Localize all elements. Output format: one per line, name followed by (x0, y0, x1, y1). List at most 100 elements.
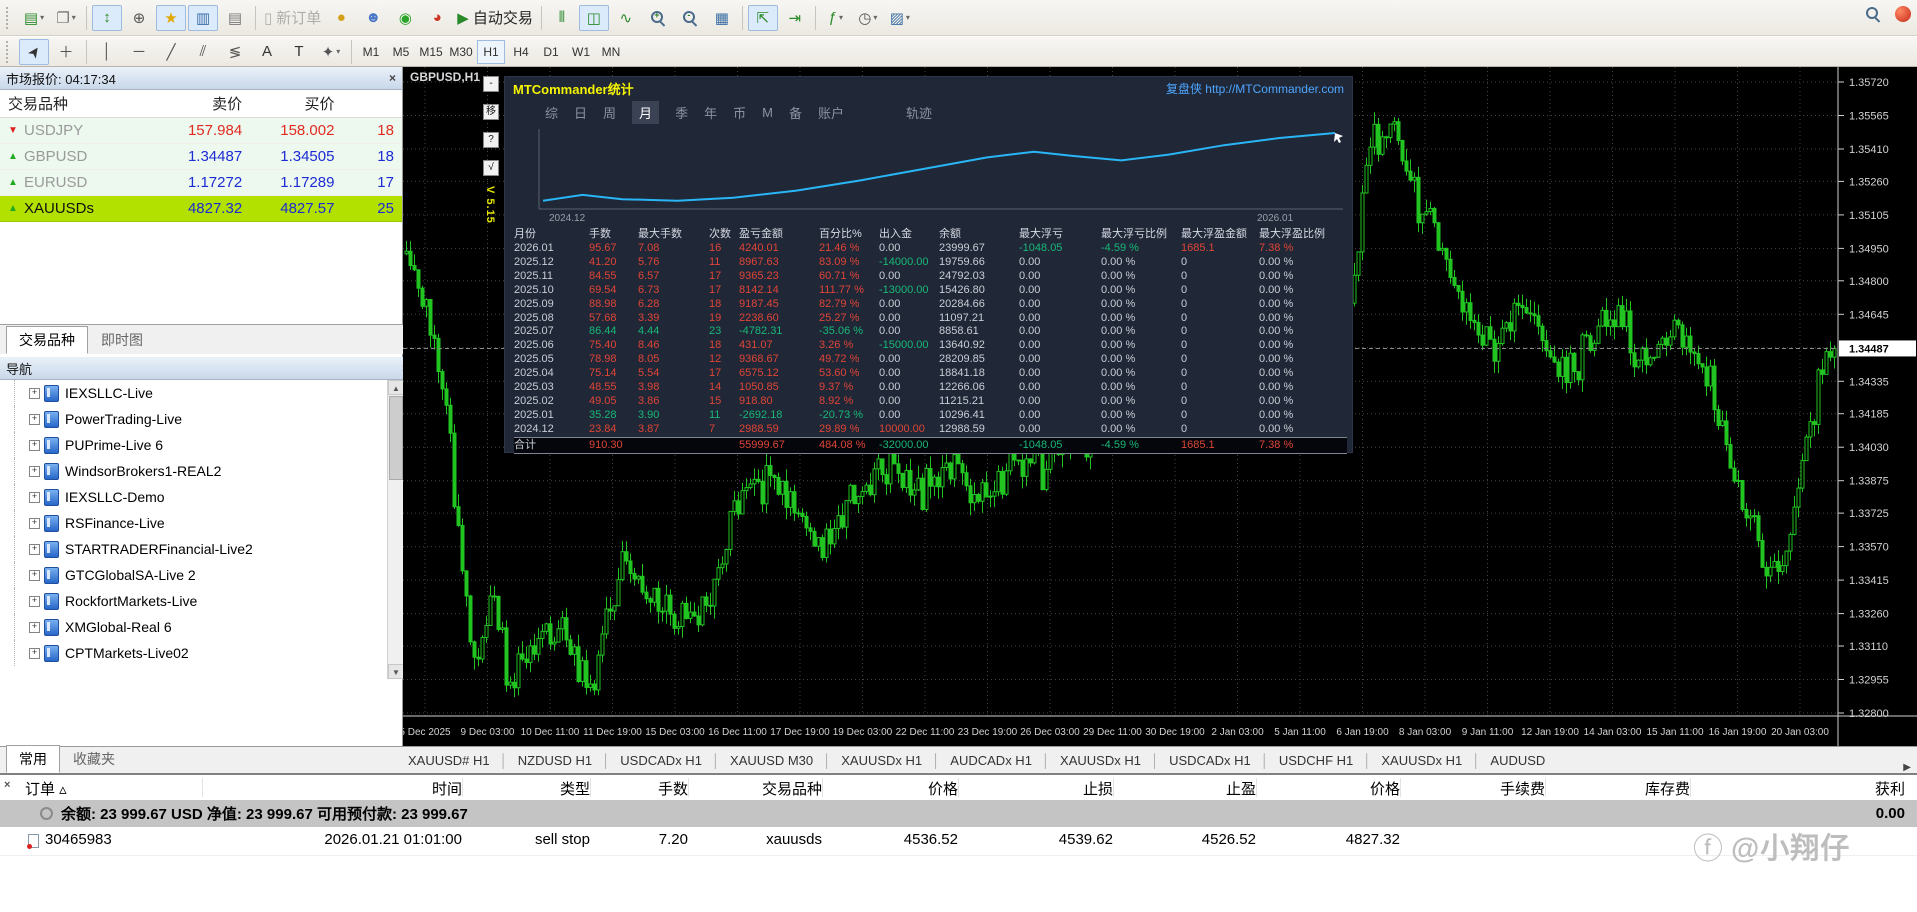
expand-icon[interactable]: + (29, 647, 40, 659)
nav-item-iexsllc-demo[interactable]: + IEXSLLC-Demo (0, 484, 387, 510)
chart-tab[interactable]: XAUUSD M30 (720, 753, 823, 768)
terminal-col-5[interactable]: 价格 (825, 778, 958, 799)
shapes-icon[interactable]: ✦ ▾ (316, 39, 346, 65)
chart-tab[interactable]: USDCADx H1 (610, 753, 712, 768)
scrollbar-thumb[interactable] (389, 396, 403, 480)
nav-item-cptmarkets-live02[interactable]: + CPTMarkets-Live02 (0, 640, 387, 666)
periods-clock-icon[interactable]: ◷ ▾ (853, 5, 883, 31)
experts-icon[interactable]: ☻ (358, 5, 388, 31)
channel-icon[interactable]: ⫽ (188, 39, 218, 65)
line-chart-icon[interactable]: ∿ (611, 5, 641, 31)
trendline-icon[interactable]: ╱ (156, 39, 186, 65)
stats-menu-综[interactable]: 综 (545, 103, 558, 122)
navigator-tab-收藏夹[interactable]: 收藏夹 (60, 745, 128, 773)
terminal-col-8[interactable]: 价格 (1259, 778, 1400, 799)
timeframe-m1[interactable]: M1 (357, 40, 385, 64)
stats-menu-季[interactable]: 季 (675, 103, 688, 122)
timeframe-m5[interactable]: M5 (387, 40, 415, 64)
market-watch-col-0[interactable]: 交易品种 (0, 93, 132, 114)
balance-row[interactable]: 余额: 23 999.67 USD 净值: 23 999.67 可用预付款: 2… (0, 800, 1917, 827)
chart-tab[interactable]: XAUUSDx H1 (831, 753, 932, 768)
market-row-gbpusd[interactable]: ▲ GBPUSD 1.34487 1.34505 18 (0, 144, 402, 170)
help-button[interactable]: ? (483, 132, 499, 148)
fibonacci-icon[interactable]: ≶ (220, 39, 250, 65)
timeframe-h4[interactable]: H4 (507, 40, 535, 64)
expand-icon[interactable]: + (29, 569, 40, 581)
nav-item-powertrading-live[interactable]: + PowerTrading-Live (0, 406, 387, 432)
new-order-icon[interactable]: ▯ 新订单 (261, 5, 324, 31)
nav-item-iexsllc-live[interactable]: + IEXSLLC-Live (0, 380, 387, 406)
history-bag-icon[interactable]: ● (326, 5, 356, 31)
timeframe-h1[interactable]: H1 (477, 39, 505, 64)
nav-item-rsfinance-live[interactable]: + RSFinance-Live (0, 510, 387, 536)
stats-menu-M[interactable]: M (762, 105, 773, 120)
market-row-usdjpy[interactable]: ▼ USDJPY 157.984 158.002 18 (0, 118, 402, 144)
stats-menu-轨迹[interactable]: 轨迹 (906, 103, 932, 122)
nav-item-windsorbrokers1-real2[interactable]: + WindsorBrokers1-REAL2 (0, 458, 387, 484)
chart-tab[interactable]: AUDCADx H1 (940, 753, 1042, 768)
terminal-col-9[interactable]: 手续费 (1403, 778, 1545, 799)
signals-icon[interactable]: ◉ (390, 5, 420, 31)
chart-tab[interactable]: XAUUSDx H1 (1371, 753, 1472, 768)
templates-icon[interactable]: ▨ ▾ (885, 5, 915, 31)
navigator-tab-常用[interactable]: 常用 (6, 745, 60, 773)
market-row-eurusd[interactable]: ▲ EURUSD 1.17272 1.17289 17 (0, 170, 402, 196)
chart-tab[interactable]: USDCHF H1 (1269, 753, 1363, 768)
stats-menu-月[interactable]: 月 (632, 100, 660, 124)
nav-item-gtcglobalsa-live-2[interactable]: + GTCGlobalSA-Live 2 (0, 562, 387, 588)
market-row-xauusds[interactable]: ▲ XAUUSDs 4827.32 4827.57 25 (0, 196, 402, 222)
candle-chart-icon[interactable]: ◫ (578, 4, 609, 31)
terminal-col-10[interactable]: 库存费 (1548, 778, 1690, 799)
nav-item-puprime-live-6[interactable]: + PUPrime-Live 6 (0, 432, 387, 458)
timeframe-mn[interactable]: MN (597, 40, 625, 64)
market-watch-col-2[interactable]: 买价 (250, 93, 342, 114)
zoom-out-icon[interactable]: - (675, 5, 705, 31)
market-ball-icon[interactable]: ◕ (422, 5, 452, 31)
favorites-folder-icon[interactable]: ★ (156, 4, 186, 31)
vline-icon[interactable]: │ (92, 39, 122, 65)
hline-icon[interactable]: ─ (124, 39, 154, 65)
expand-icon[interactable]: + (29, 465, 40, 477)
expand-icon[interactable]: + (29, 387, 40, 399)
data-window-icon[interactable]: ▤ (220, 5, 250, 31)
market-watch-col-1[interactable]: 卖价 (132, 93, 251, 114)
expand-icon[interactable]: + (29, 517, 40, 529)
stats-menu-日[interactable]: 日 (574, 103, 587, 122)
autotrading-icon[interactable]: ▶ 自动交易 (454, 5, 536, 31)
terminal-col-3[interactable]: 手数 (593, 778, 688, 799)
crosshair-target-icon[interactable]: ⊕ (124, 5, 154, 31)
timeframe-m30[interactable]: M30 (447, 40, 475, 64)
market-watch-tab-交易品种[interactable]: 交易品种 (6, 326, 88, 354)
nav-item-xmglobal-real-6[interactable]: + XMGlobal-Real 6 (0, 614, 387, 640)
text-icon[interactable]: A (252, 39, 282, 65)
scroll-up-icon[interactable]: ▲ (388, 380, 404, 395)
expand-icon[interactable]: + (29, 491, 40, 503)
terminal-col-6[interactable]: 止损 (961, 778, 1113, 799)
timeframe-m15[interactable]: M15 (417, 40, 445, 64)
stats-menu-备[interactable]: 备 (789, 103, 802, 122)
stats-menu-账户[interactable]: 账户 (818, 103, 844, 122)
market-watch-close-icon[interactable]: × (389, 71, 396, 85)
expand-icon[interactable]: + (29, 595, 40, 607)
chart-tab[interactable]: NZDUSD H1 (508, 753, 602, 768)
chart-tab[interactable]: XAUUSD# H1 (398, 753, 500, 768)
expand-icon[interactable]: + (29, 413, 40, 425)
cursor-icon[interactable]: ➤ (19, 38, 49, 65)
tick-chart-icon[interactable]: ↕ (92, 4, 122, 31)
profiles-icon[interactable]: ❐ ▾ (51, 5, 81, 31)
terminal-col-11[interactable]: 获利 (1693, 778, 1905, 799)
terminal-col-7[interactable]: 止盈 (1116, 778, 1256, 799)
terminal-col-1[interactable]: 时间 (205, 778, 462, 799)
timeframe-d1[interactable]: D1 (537, 40, 565, 64)
move-button[interactable]: 移 (483, 104, 499, 120)
stats-menu-年[interactable]: 年 (704, 103, 717, 122)
nav-item-rockfortmarkets-live[interactable]: + RockfortMarkets-Live (0, 588, 387, 614)
timeframe-w1[interactable]: W1 (567, 40, 595, 64)
nav-item-startraderfinancial-live2[interactable]: + STARTRADERFinancial-Live2 (0, 536, 387, 562)
chart-tab[interactable]: XAUUSDx H1 (1050, 753, 1151, 768)
navigator-scrollbar[interactable]: ▲ ▼ (387, 380, 404, 679)
notification-ball-icon[interactable] (1895, 6, 1911, 22)
tile-windows-icon[interactable]: ▦ (707, 5, 737, 31)
label-icon[interactable]: T (284, 39, 314, 65)
expand-icon[interactable]: + (29, 543, 40, 555)
